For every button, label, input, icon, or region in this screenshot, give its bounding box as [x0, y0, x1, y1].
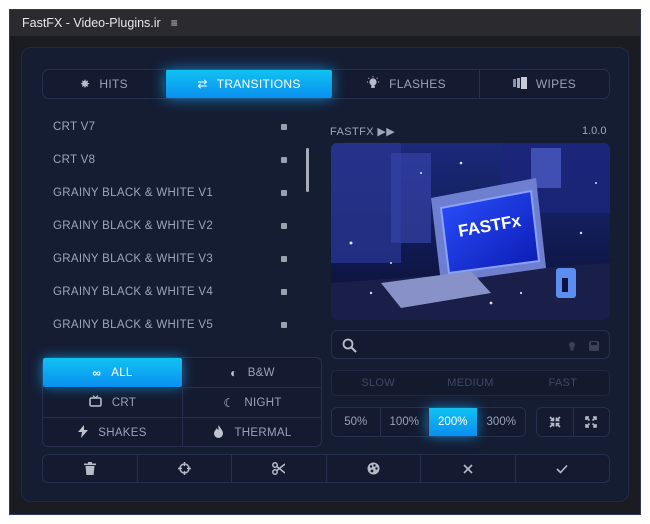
list-item-marker [281, 255, 287, 262]
category-all[interactable]: ∞ ALL [43, 358, 182, 387]
tab-flashes[interactable]: FLASHES [332, 70, 479, 98]
list-item-marker [281, 189, 287, 196]
divider [182, 358, 183, 446]
hamburger-menu-icon[interactable]: ≡ [171, 16, 178, 30]
lightbulb-icon[interactable] [566, 339, 578, 357]
list-scrollbar[interactable] [306, 148, 309, 328]
category-label: THERMAL [234, 426, 292, 439]
list-item[interactable]: CRT V8 [42, 143, 312, 176]
list-item-label: CRT V7 [53, 120, 96, 133]
zoom-300-button[interactable]: 300% [476, 408, 526, 436]
flame-icon [213, 424, 224, 441]
expand-icon[interactable] [572, 408, 610, 436]
category-label: CRT [111, 396, 137, 409]
tab-transitions[interactable]: ⇄ TRANSITIONS [165, 70, 332, 98]
category-crt[interactable]: CRT [43, 388, 182, 417]
save-icon[interactable] [588, 339, 600, 357]
tab-label: WIPES [535, 77, 577, 91]
tab-label: HITS [99, 77, 128, 91]
zoom-selector: 50% 100% 200% 300% [331, 407, 526, 437]
lightning-icon [78, 424, 89, 441]
tab-label: TRANSITIONS [216, 77, 301, 91]
moon-icon: ☾ [223, 395, 235, 410]
half-circle-icon: ◐ [230, 365, 238, 380]
list-item-marker [281, 156, 287, 163]
list-item[interactable]: GRAINY BLACK & WHITE V1 [42, 176, 312, 209]
wipe-icon [512, 76, 527, 92]
tab-hits[interactable]: ✸ HITS [43, 70, 165, 98]
check-icon[interactable] [514, 455, 610, 482]
list-item[interactable]: GRAINY BLACK & WHITE V2 [42, 209, 312, 242]
category-label: ALL [111, 366, 133, 379]
trash-icon[interactable] [43, 455, 137, 482]
infinity-icon: ∞ [92, 365, 102, 380]
list-item-label: GRAINY BLACK & WHITE V5 [53, 318, 214, 329]
category-thermal[interactable]: THERMAL [183, 418, 322, 447]
category-label: B&W [247, 366, 275, 379]
title-bar: FastFX - Video-Plugins.ir ≡ [10, 10, 640, 36]
list-item-marker [281, 123, 287, 130]
burst-icon: ✸ [80, 77, 91, 91]
list-item-marker [281, 288, 287, 295]
zoom-100-button[interactable]: 100% [379, 408, 429, 436]
zoom-50-button[interactable]: 50% [332, 408, 380, 436]
search-icon[interactable] [342, 338, 357, 358]
fit-controls [536, 407, 610, 437]
collapse-icon[interactable] [537, 408, 573, 436]
list-item[interactable]: GRAINY BLACK & WHITE V5 [42, 308, 312, 328]
category-shakes[interactable]: SHAKES [43, 418, 182, 447]
list-item[interactable]: GRAINY BLACK & WHITE V3 [42, 242, 312, 275]
category-label: SHAKES [98, 426, 147, 439]
list-item-label: GRAINY BLACK & WHITE V4 [53, 285, 214, 298]
category-night[interactable]: ☾ NIGHT [183, 388, 322, 417]
list-item-marker [281, 321, 287, 328]
tab-wipes[interactable]: WIPES [479, 70, 609, 98]
palette-icon[interactable] [325, 455, 421, 482]
fastfx-panel: ✸ HITS ⇄ TRANSITIONS FLASHES WIPES CRT V… [21, 47, 629, 502]
list-item-label: GRAINY BLACK & WHITE V3 [53, 252, 214, 265]
speed-selector: SLOW MEDIUM FAST [331, 370, 610, 396]
search-bar[interactable] [331, 330, 610, 359]
speed-slow-button[interactable]: SLOW [332, 371, 424, 395]
crosshair-icon[interactable] [136, 455, 232, 482]
window-title: FastFX - Video-Plugins.ir [22, 16, 161, 30]
scissors-icon[interactable] [231, 455, 326, 482]
swap-arrows-icon: ⇄ [197, 77, 208, 91]
speed-fast-button[interactable]: FAST [517, 371, 609, 395]
effect-preview: FASTFx [331, 143, 610, 320]
category-label: NIGHT [244, 396, 282, 409]
close-icon[interactable] [420, 455, 515, 482]
list-item[interactable]: CRT V7 [42, 110, 312, 143]
tab-label: FLASHES [389, 77, 446, 91]
app-window: FastFX - Video-Plugins.ir ≡ ✸ HITS ⇄ TRA… [9, 9, 641, 515]
list-item-marker [281, 222, 287, 229]
category-filter-grid: ∞ ALL ◐ B&W CRT ☾ NIGHT SHAKES THERMAL [42, 357, 322, 447]
lightbulb-icon [366, 75, 380, 93]
category-bw[interactable]: ◐ B&W [183, 358, 322, 387]
brand-label: FASTFX ▶▶ [330, 126, 396, 138]
version-label: 1.0.0 [582, 125, 607, 137]
effect-type-tabs: ✸ HITS ⇄ TRANSITIONS FLASHES WIPES [42, 69, 610, 99]
tv-icon [89, 395, 102, 410]
list-item-label: GRAINY BLACK & WHITE V2 [53, 219, 214, 232]
preview-image: FASTFx [331, 143, 610, 320]
list-item-label: CRT V8 [53, 153, 96, 166]
zoom-200-button[interactable]: 200% [428, 408, 477, 436]
speed-medium-button[interactable]: MEDIUM [424, 371, 516, 395]
effect-list: CRT V7 CRT V8 GRAINY BLACK & WHITE V1 GR… [42, 110, 312, 328]
scrollbar-thumb[interactable] [306, 148, 309, 192]
bottom-action-bar [42, 454, 610, 483]
list-item[interactable]: GRAINY BLACK & WHITE V4 [42, 275, 312, 308]
list-item-label: GRAINY BLACK & WHITE V1 [53, 186, 214, 199]
